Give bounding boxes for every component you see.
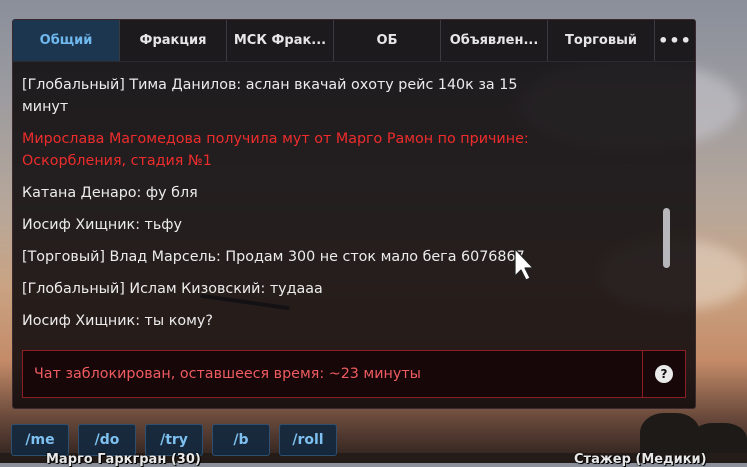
tab-ob[interactable]: ОБ bbox=[334, 20, 441, 61]
more-horizontal-icon[interactable]: ••• bbox=[655, 20, 695, 61]
chat-message: Иосиф Хищник: тьфу bbox=[22, 217, 182, 233]
chat-message: [Глобальный] Ислам Кизовский: тудааа bbox=[22, 281, 323, 297]
chat-message-system: Мирослава Магомедова получила мут от Мар… bbox=[22, 131, 529, 169]
chat-window: Общий Фракция МСК Фрак... ОБ Объявлен...… bbox=[12, 19, 696, 409]
chat-tab-bar: Общий Фракция МСК Фрак... ОБ Объявлен...… bbox=[13, 20, 695, 62]
mouse-pointer-icon bbox=[514, 248, 534, 281]
tab-msk-faction[interactable]: МСК Фрак... bbox=[227, 20, 334, 61]
chat-scrollbar-thumb[interactable] bbox=[663, 208, 670, 268]
chat-message: Иосиф Хищник: ты кому? bbox=[22, 313, 213, 329]
chat-message: [Глобальный] Тима Данилов: аслан вкачай … bbox=[22, 77, 518, 115]
chat-blocked-status: Чат заблокирован, оставшееся время: ~23 … bbox=[23, 351, 643, 397]
tab-general[interactable]: Общий bbox=[13, 20, 120, 61]
player-nametag: Марго Гаркгран (30) bbox=[46, 452, 201, 467]
tab-announcements[interactable]: Объявлен... bbox=[441, 20, 548, 61]
command-b-button[interactable]: /b bbox=[212, 424, 270, 456]
player-nametag: Стажер (Медики) bbox=[574, 452, 707, 467]
help-button[interactable]: ? bbox=[643, 351, 685, 397]
question-circle-icon: ? bbox=[655, 365, 673, 383]
tab-faction[interactable]: Фракция bbox=[120, 20, 227, 61]
command-roll-button[interactable]: /roll bbox=[279, 424, 337, 456]
chat-message: [Торговый] Влад Марсель: Продам 300 не с… bbox=[22, 249, 525, 265]
chat-input-bar[interactable]: Чат заблокирован, оставшееся время: ~23 … bbox=[22, 350, 686, 398]
tab-trade[interactable]: Торговый bbox=[548, 20, 655, 61]
chat-message-list: [Глобальный] Тима Данилов: аслан вкачай … bbox=[13, 62, 663, 332]
chat-message: Катана Денаро: фу бля bbox=[22, 185, 198, 201]
